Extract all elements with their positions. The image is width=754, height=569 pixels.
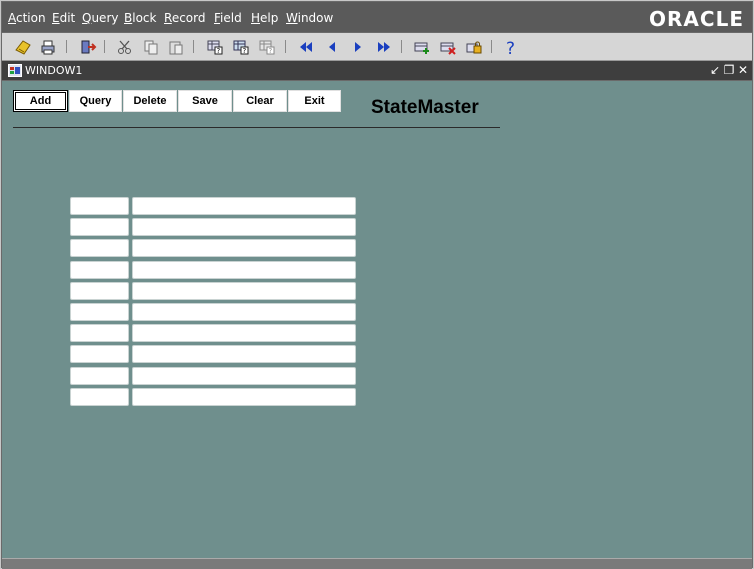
enter-query-icon[interactable]: ? xyxy=(205,37,224,56)
insert-record-icon[interactable] xyxy=(412,37,431,56)
state-name-field[interactable] xyxy=(132,261,356,279)
lock-record-icon[interactable] xyxy=(464,37,483,56)
add-button[interactable]: Add xyxy=(13,90,68,112)
state-code-field[interactable] xyxy=(70,218,129,236)
query-button[interactable]: Query xyxy=(69,90,122,112)
menu-record[interactable]: Record xyxy=(164,11,205,25)
title-divider xyxy=(13,127,500,128)
toolbar: ? ? ? ? xyxy=(2,33,752,61)
exit-icon[interactable] xyxy=(78,37,97,56)
state-name-field[interactable] xyxy=(132,345,356,363)
menu-block[interactable]: Block xyxy=(124,11,156,25)
toolbar-separator xyxy=(285,40,286,53)
toolbar-separator xyxy=(104,40,105,53)
menu-bar: Action Edit Query Block Record Field Hel… xyxy=(2,2,752,32)
status-bar xyxy=(2,558,752,569)
clear-button[interactable]: Clear xyxy=(233,90,287,112)
menu-field[interactable]: Field xyxy=(214,11,242,25)
svg-text:?: ? xyxy=(506,39,515,56)
menu-query[interactable]: Query xyxy=(82,11,118,25)
delete-record-icon[interactable] xyxy=(438,37,457,56)
cut-icon[interactable] xyxy=(115,37,134,56)
menu-edit[interactable]: Edit xyxy=(52,11,75,25)
execute-query-icon[interactable]: ? xyxy=(231,37,250,56)
state-name-field[interactable] xyxy=(132,367,356,385)
state-code-field[interactable] xyxy=(70,303,129,321)
save-icon[interactable] xyxy=(13,37,32,56)
last-record-icon[interactable] xyxy=(374,37,393,56)
state-name-field[interactable] xyxy=(132,239,356,257)
menu-action[interactable]: Action xyxy=(8,11,46,25)
form-canvas: Add Query Delete Save Clear Exit StateMa… xyxy=(2,81,752,558)
restore-button[interactable]: ❐ xyxy=(722,63,736,77)
menu-help[interactable]: Help xyxy=(251,11,278,25)
save-button[interactable]: Save xyxy=(178,90,232,112)
form-title: StateMaster xyxy=(371,97,479,118)
cancel-query-icon[interactable]: ? xyxy=(257,37,276,56)
oracle-logo: ORACLE xyxy=(649,7,744,31)
state-code-field[interactable] xyxy=(70,197,129,215)
toolbar-separator xyxy=(491,40,492,53)
next-record-icon[interactable] xyxy=(348,37,367,56)
state-code-field[interactable] xyxy=(70,324,129,342)
state-code-field[interactable] xyxy=(70,367,129,385)
window-title: WINDOW1 xyxy=(25,64,83,77)
delete-button[interactable]: Delete xyxy=(123,90,177,112)
state-code-field[interactable] xyxy=(70,345,129,363)
first-record-icon[interactable] xyxy=(296,37,315,56)
toolbar-separator xyxy=(193,40,194,53)
window-titlebar: WINDOW1 ↙ ❐ ✕ xyxy=(2,61,752,80)
close-button[interactable]: ✕ xyxy=(736,63,750,77)
state-code-field[interactable] xyxy=(70,388,129,406)
svg-text:?: ? xyxy=(242,47,246,55)
state-code-field[interactable] xyxy=(70,261,129,279)
print-icon[interactable] xyxy=(38,37,57,56)
state-name-field[interactable] xyxy=(132,324,356,342)
help-icon[interactable]: ? xyxy=(501,37,520,56)
svg-text:?: ? xyxy=(268,47,272,55)
state-code-field[interactable] xyxy=(70,282,129,300)
state-name-field[interactable] xyxy=(132,218,356,236)
menu-window[interactable]: Window xyxy=(286,11,333,25)
copy-icon[interactable] xyxy=(141,37,160,56)
window-icon xyxy=(8,64,22,77)
previous-record-icon[interactable] xyxy=(322,37,341,56)
minimize-button[interactable]: ↙ xyxy=(708,63,722,77)
app-frame: Action Edit Query Block Record Field Hel… xyxy=(0,0,754,569)
state-name-field[interactable] xyxy=(132,282,356,300)
paste-icon[interactable] xyxy=(166,37,185,56)
state-name-field[interactable] xyxy=(132,303,356,321)
state-name-field[interactable] xyxy=(132,197,356,215)
exit-button[interactable]: Exit xyxy=(288,90,341,112)
state-name-field[interactable] xyxy=(132,388,356,406)
toolbar-separator xyxy=(401,40,402,53)
state-code-field[interactable] xyxy=(70,239,129,257)
svg-text:?: ? xyxy=(216,47,220,55)
toolbar-separator xyxy=(66,40,67,53)
